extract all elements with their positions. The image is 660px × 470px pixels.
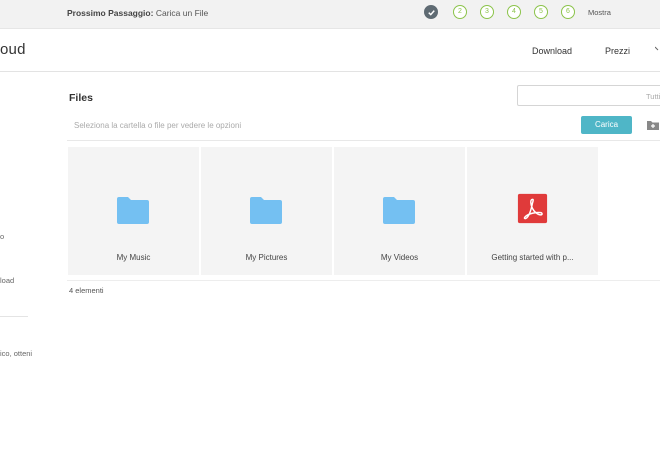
onboarding-bar: Prossimo Passaggio: Carica un File 2 3 4… [0, 0, 660, 29]
next-step-label: Prossimo Passaggio: [67, 8, 154, 18]
file-tile-getting-started[interactable]: Getting started with p... [467, 147, 598, 275]
step-4[interactable]: 4 [507, 5, 521, 19]
sidebar-item-1[interactable]: o [0, 232, 4, 241]
step-3[interactable]: 3 [480, 5, 494, 19]
next-step-text: Prossimo Passaggio: Carica un File [67, 8, 208, 18]
step-2[interactable]: 2 [453, 5, 467, 19]
sidebar-item-download[interactable]: load [0, 276, 14, 285]
item-count: 4 elementi [69, 286, 104, 295]
step-6[interactable]: 6 [561, 5, 575, 19]
file-label: My Music [116, 253, 151, 262]
nav-download[interactable]: Download [532, 46, 572, 56]
folder-icon [383, 197, 415, 224]
selection-hint: Seleziona la cartella o file per vedere … [74, 121, 242, 130]
list-divider [67, 280, 660, 281]
show-link[interactable]: Mostra [588, 8, 611, 17]
pdf-icon [517, 193, 548, 224]
step-done-icon [424, 5, 438, 19]
file-tile-my-music[interactable]: My Music [68, 147, 199, 275]
nav-prezzi[interactable]: Prezzi [605, 46, 630, 56]
page-title: Files [69, 92, 93, 104]
file-tile-my-videos[interactable]: My Videos [334, 147, 465, 275]
folder-icon [250, 197, 282, 224]
sidebar-divider [0, 316, 28, 317]
file-label: Getting started with p... [491, 253, 574, 262]
step-5[interactable]: 5 [534, 5, 548, 19]
new-folder-icon[interactable] [646, 118, 660, 132]
logo[interactable]: oud [0, 41, 26, 58]
folder-icon [117, 197, 149, 224]
search-placeholder: Tutti [646, 92, 660, 101]
file-label: My Pictures [245, 253, 288, 262]
header: oud Download Prezzi [0, 29, 660, 72]
sidebar-item-upgrade[interactable]: ico, otteni [0, 349, 32, 358]
nav-more-icon[interactable] [655, 43, 660, 55]
next-step-value: Carica un File [155, 8, 209, 18]
upload-button[interactable]: Carica [581, 116, 632, 134]
file-label: My Videos [380, 253, 419, 262]
search-input[interactable]: Tutti [517, 85, 660, 106]
file-tile-my-pictures[interactable]: My Pictures [201, 147, 332, 275]
toolbar-divider [67, 140, 660, 141]
